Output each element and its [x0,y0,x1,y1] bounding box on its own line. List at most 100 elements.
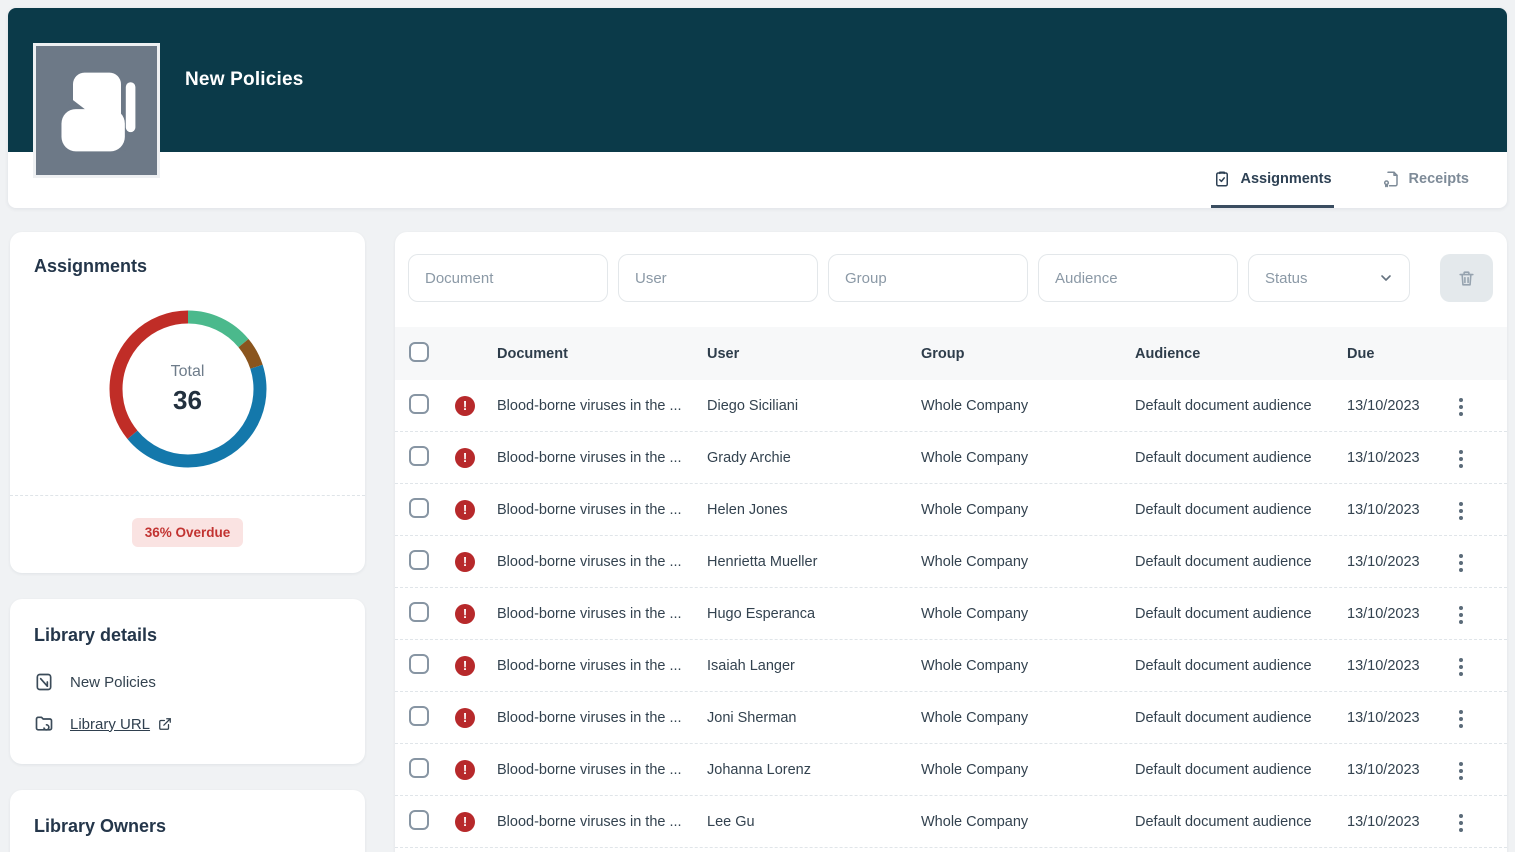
row-menu-button[interactable] [1451,600,1471,630]
library-url-item: Library URL [34,714,341,734]
table-row: ! Blood-borne viruses in the ... Joni Sh… [395,692,1507,744]
row-checkbox[interactable] [409,757,429,778]
library-url-label: Library URL [70,715,151,733]
overdue-alert-icon: ! [455,499,475,520]
document-cell: Blood-borne viruses in the ... [497,761,682,778]
due-cell: 13/10/2023 [1347,397,1420,414]
row-checkbox[interactable] [409,601,429,622]
assignments-summary-card: Assignments Total 36 36% Overdue [10,232,365,573]
row-menu-button[interactable] [1451,652,1471,682]
user-cell: Joni Sherman [707,709,797,726]
status-filter-select[interactable]: Status [1248,254,1410,302]
sidebar: Assignments Total 36 36% Overdue Library… [10,232,365,852]
group-cell: Whole Company [921,709,1029,726]
due-cell: 13/10/2023 [1347,553,1420,570]
row-checkbox[interactable] [409,809,429,830]
document-cell: Blood-borne viruses in the ... [497,657,682,674]
library-owners-title: Library Owners [34,816,167,836]
row-menu-button[interactable] [1451,444,1471,474]
overdue-alert-icon: ! [455,759,475,780]
table-row: ! Blood-borne viruses in the ... Diego S… [395,380,1507,432]
group-filter-input[interactable] [828,254,1028,302]
overdue-alert-icon: ! [455,447,475,468]
row-menu-button[interactable] [1451,808,1471,838]
group-cell: Whole Company [921,449,1029,466]
page-header: New Policies Assignments Receipts [8,8,1507,208]
row-checkbox[interactable] [409,549,429,570]
donut-center-label: Total 36 [108,309,268,469]
row-menu-button[interactable] [1451,756,1471,786]
group-cell: Whole Company [921,761,1029,778]
overdue-alert-icon: ! [455,707,475,728]
user-cell: Henrietta Mueller [707,553,818,570]
row-checkbox[interactable] [409,497,429,518]
library-name-label: New Policies [70,673,156,691]
delete-button[interactable] [1440,254,1493,302]
document-cell: Blood-borne viruses in the ... [497,501,682,518]
document-cell: Blood-borne viruses in the ... [497,813,682,830]
trash-icon [1459,270,1474,286]
group-cell: Whole Company [921,605,1029,622]
audience-cell: Default document audience [1135,709,1312,726]
header-tabs: Assignments Receipts [8,152,1507,208]
audience-cell: Default document audience [1135,813,1312,830]
audience-cell: Default document audience [1135,553,1312,570]
row-menu-button[interactable] [1451,496,1471,526]
document-icon [34,672,54,692]
audience-cell: Default document audience [1135,449,1312,466]
overdue-alert-icon: ! [455,655,475,676]
document-cell: Blood-borne viruses in the ... [497,553,682,570]
column-header-user: User [707,345,740,362]
audience-cell: Default document audience [1135,605,1312,622]
row-menu-button[interactable] [1451,704,1471,734]
user-cell: Isaiah Langer [707,657,795,674]
document-cell: Blood-borne viruses in the ... [497,449,682,466]
row-checkbox[interactable] [409,653,429,674]
receipt-icon [1383,171,1398,187]
user-filter-input[interactable] [618,254,818,302]
donut-total-label: Total [170,362,205,380]
due-cell: 13/10/2023 [1347,657,1420,674]
page-title: New Policies [185,69,304,90]
tab-assignments[interactable]: Assignments [1211,152,1334,208]
audience-cell: Default document audience [1135,501,1312,518]
library-details-card: Library details New Policies Library URL [10,599,365,764]
document-cell: Blood-borne viruses in the ... [497,709,682,726]
column-header-due: Due [1347,345,1375,362]
due-cell: 13/10/2023 [1347,761,1420,778]
due-cell: 13/10/2023 [1347,449,1420,466]
row-checkbox[interactable] [409,445,429,466]
clipboard-check-icon [1216,171,1229,186]
group-cell: Whole Company [921,501,1029,518]
document-filter-input[interactable] [408,254,608,302]
column-header-audience: Audience [1135,345,1201,362]
table-row: ! Blood-borne viruses in the ... Isaiah … [395,640,1507,692]
user-cell: Johanna Lorenz [707,761,811,778]
assignments-card-title: Assignments [34,256,148,276]
column-header-document: Document [497,345,568,362]
row-menu-button[interactable] [1451,548,1471,578]
row-checkbox[interactable] [409,393,429,414]
table-header-row: Document User Group Audience Due [395,327,1507,380]
library-url-link[interactable]: Library URL [70,716,172,733]
select-all-checkbox[interactable] [409,341,429,362]
chevron-down-icon [1381,275,1391,281]
due-cell: 13/10/2023 [1347,605,1420,622]
library-logo [33,43,160,178]
audience-filter-input[interactable] [1038,254,1238,302]
due-cell: 13/10/2023 [1347,501,1420,518]
audience-cell: Default document audience [1135,657,1312,674]
library-owners-card: Library Owners Users [10,790,365,852]
row-checkbox[interactable] [409,705,429,726]
row-menu-button[interactable] [1451,392,1471,422]
table-row: ! Blood-borne viruses in the ... Grady A… [395,432,1507,484]
overdue-badge: 36% Overdue [131,518,244,547]
due-cell: 13/10/2023 [1347,709,1420,726]
assignments-donut-chart: Total 36 [108,309,268,469]
group-cell: Whole Company [921,657,1029,674]
overdue-alert-icon: ! [455,395,475,416]
overdue-alert-icon: ! [455,551,475,572]
tab-receipts[interactable]: Receipts [1380,152,1471,208]
user-cell: Diego Siciliani [707,397,799,414]
document-cell: Blood-borne viruses in the ... [497,605,682,622]
